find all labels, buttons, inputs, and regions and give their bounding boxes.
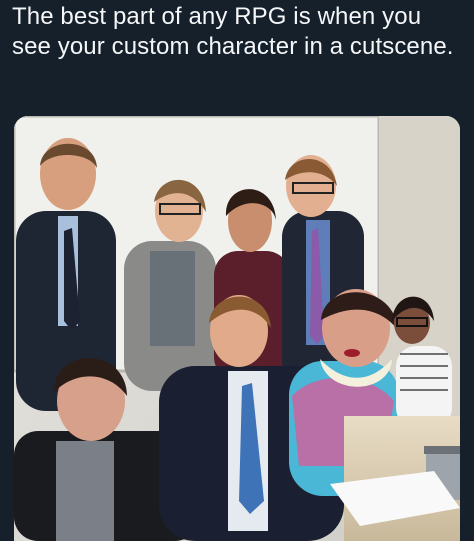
post-photo[interactable] — [14, 116, 460, 541]
post-text: The best part of any RPG is when you see… — [12, 3, 454, 60]
group-photo-illustration — [14, 116, 460, 541]
post-container: The best part of any RPG is when you see… — [0, 0, 474, 541]
